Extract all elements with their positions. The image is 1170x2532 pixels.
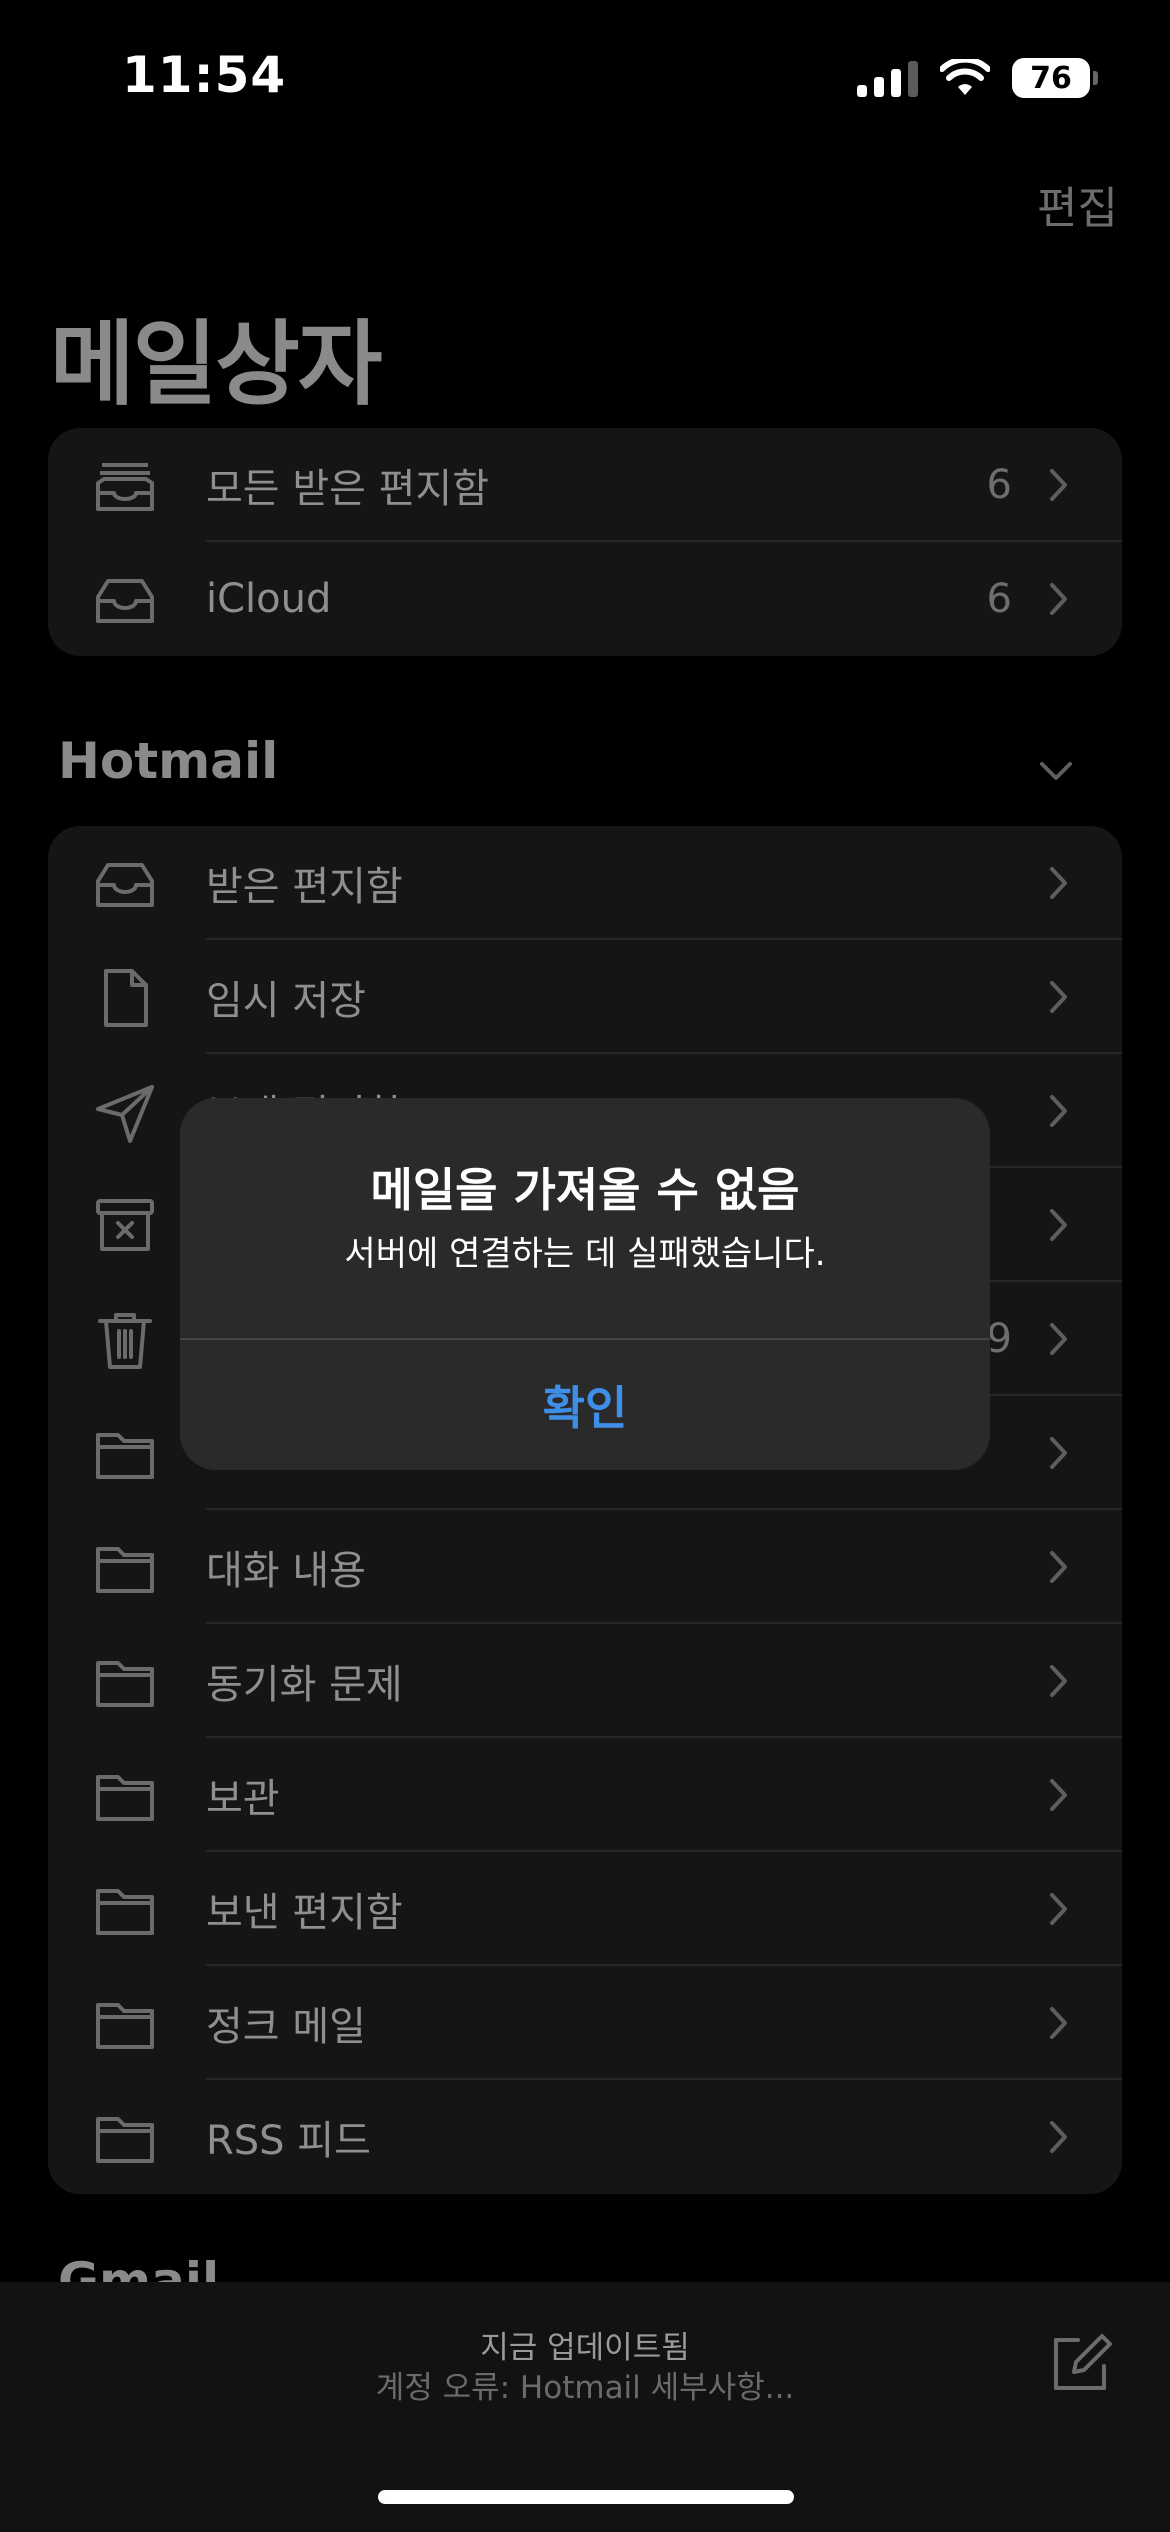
mailbox-label: 대화 내용 <box>206 1548 366 1594</box>
alert-title: 메일을 가져올 수 없음 <box>370 1163 800 1217</box>
mailbox-row-hotmail[interactable]: 보관 <box>48 1738 1122 1852</box>
compose-icon[interactable] <box>1048 2330 1114 2396</box>
chevron-right-icon <box>1048 467 1070 503</box>
mailbox-row-hotmail[interactable]: 정크 메일 <box>48 1966 1122 2080</box>
folder-icon <box>92 1535 158 1601</box>
mailbox-label: 받은 편지함 <box>206 864 403 910</box>
folder-icon <box>92 1763 158 1829</box>
chevron-right-icon <box>1048 2005 1070 2041</box>
chevron-right-icon <box>1048 1435 1070 1471</box>
mailbox-row-hotmail[interactable]: 받은 편지함 <box>48 826 1122 940</box>
inbox-icon <box>92 567 158 633</box>
mailbox-row-hotmail[interactable]: 임시 저장 <box>48 940 1122 1054</box>
status-time: 11:54 <box>122 46 287 104</box>
status-icons: 76 <box>857 52 1098 104</box>
chevron-right-icon <box>1048 865 1070 901</box>
section-header-hotmail[interactable]: Hotmail <box>58 732 278 790</box>
folder-icon <box>92 1421 158 1487</box>
chevron-right-icon <box>1048 1891 1070 1927</box>
update-status-text: 지금 업데이트됨 <box>480 2330 690 2366</box>
mailbox-label: iCloud <box>206 576 332 622</box>
chevron-right-icon <box>1048 1207 1070 1243</box>
chevron-right-icon <box>1048 1093 1070 1129</box>
mailbox-label: 보낸 편지함 <box>206 1890 403 1936</box>
folder-icon <box>92 2105 158 2171</box>
ok-button[interactable]: 확인 <box>180 1340 990 1470</box>
stacked-inbox-icon <box>92 453 158 519</box>
edit-button[interactable]: 편집 <box>1037 172 1118 236</box>
wifi-icon <box>940 59 990 95</box>
mailbox-row-all-inboxes[interactable]: 모든 받은 편지함 6 <box>48 428 1122 542</box>
chevron-right-icon <box>1048 1321 1070 1357</box>
trash-icon <box>92 1307 158 1373</box>
mailbox-row-hotmail[interactable]: 보낸 편지함 <box>48 1852 1122 1966</box>
chevron-right-icon <box>1048 979 1070 1015</box>
alert-message: 서버에 연결하는 데 실패했습니다. <box>344 1234 826 1274</box>
mailbox-label: 모든 받은 편지함 <box>206 466 490 512</box>
battery-level: 76 <box>1030 60 1072 96</box>
mailbox-label: 정크 메일 <box>206 2004 366 2050</box>
mailbox-row-icloud[interactable]: iCloud 6 <box>48 542 1122 656</box>
top-mailbox-group: 모든 받은 편지함 6 iCloud 6 <box>48 428 1122 656</box>
mailbox-label: RSS 피드 <box>206 2118 371 2164</box>
send-icon <box>92 1079 158 1145</box>
archive-icon <box>92 1193 158 1259</box>
document-icon <box>92 965 158 1031</box>
chevron-down-icon[interactable] <box>1038 760 1074 782</box>
battery-icon: 76 <box>1012 58 1098 98</box>
page-title: 메일상자 <box>50 311 383 418</box>
inbox-icon <box>92 851 158 917</box>
unread-count: 9 <box>986 1316 1012 1362</box>
mailbox-label: 보관 <box>206 1776 280 1822</box>
chevron-right-icon <box>1048 581 1070 617</box>
hotmail-mailbox-group: 받은 편지함임시 저장보낸 편지함9대화 내용동기화 문제보관보낸 편지함정크 … <box>48 826 1122 2194</box>
account-error-link[interactable]: 계정 오류: Hotmail 세부사항... <box>0 2362 1170 2407</box>
mailbox-label: 동기화 문제 <box>206 1662 403 1708</box>
alert-dialog: 메일을 가져올 수 없음 서버에 연결하는 데 실패했습니다. 확인 <box>180 1098 990 1470</box>
mailbox-label: 임시 저장 <box>206 978 366 1024</box>
chevron-right-icon <box>1048 1663 1070 1699</box>
home-indicator[interactable] <box>378 2490 794 2504</box>
mailbox-row-hotmail[interactable]: 대화 내용 <box>48 1510 1122 1624</box>
chevron-right-icon <box>1048 2119 1070 2155</box>
status-bar: 11:54 76 <box>0 0 1170 150</box>
folder-icon <box>92 1649 158 1715</box>
folder-icon <box>92 1991 158 2057</box>
folder-icon <box>92 1877 158 1943</box>
unread-count: 6 <box>986 576 1012 622</box>
unread-count: 6 <box>986 462 1012 508</box>
chevron-right-icon <box>1048 1777 1070 1813</box>
mailbox-row-hotmail[interactable]: RSS 피드 <box>48 2080 1122 2194</box>
cellular-signal-icon <box>857 59 918 97</box>
chevron-right-icon <box>1048 1549 1070 1585</box>
mailbox-row-hotmail[interactable]: 동기화 문제 <box>48 1624 1122 1738</box>
